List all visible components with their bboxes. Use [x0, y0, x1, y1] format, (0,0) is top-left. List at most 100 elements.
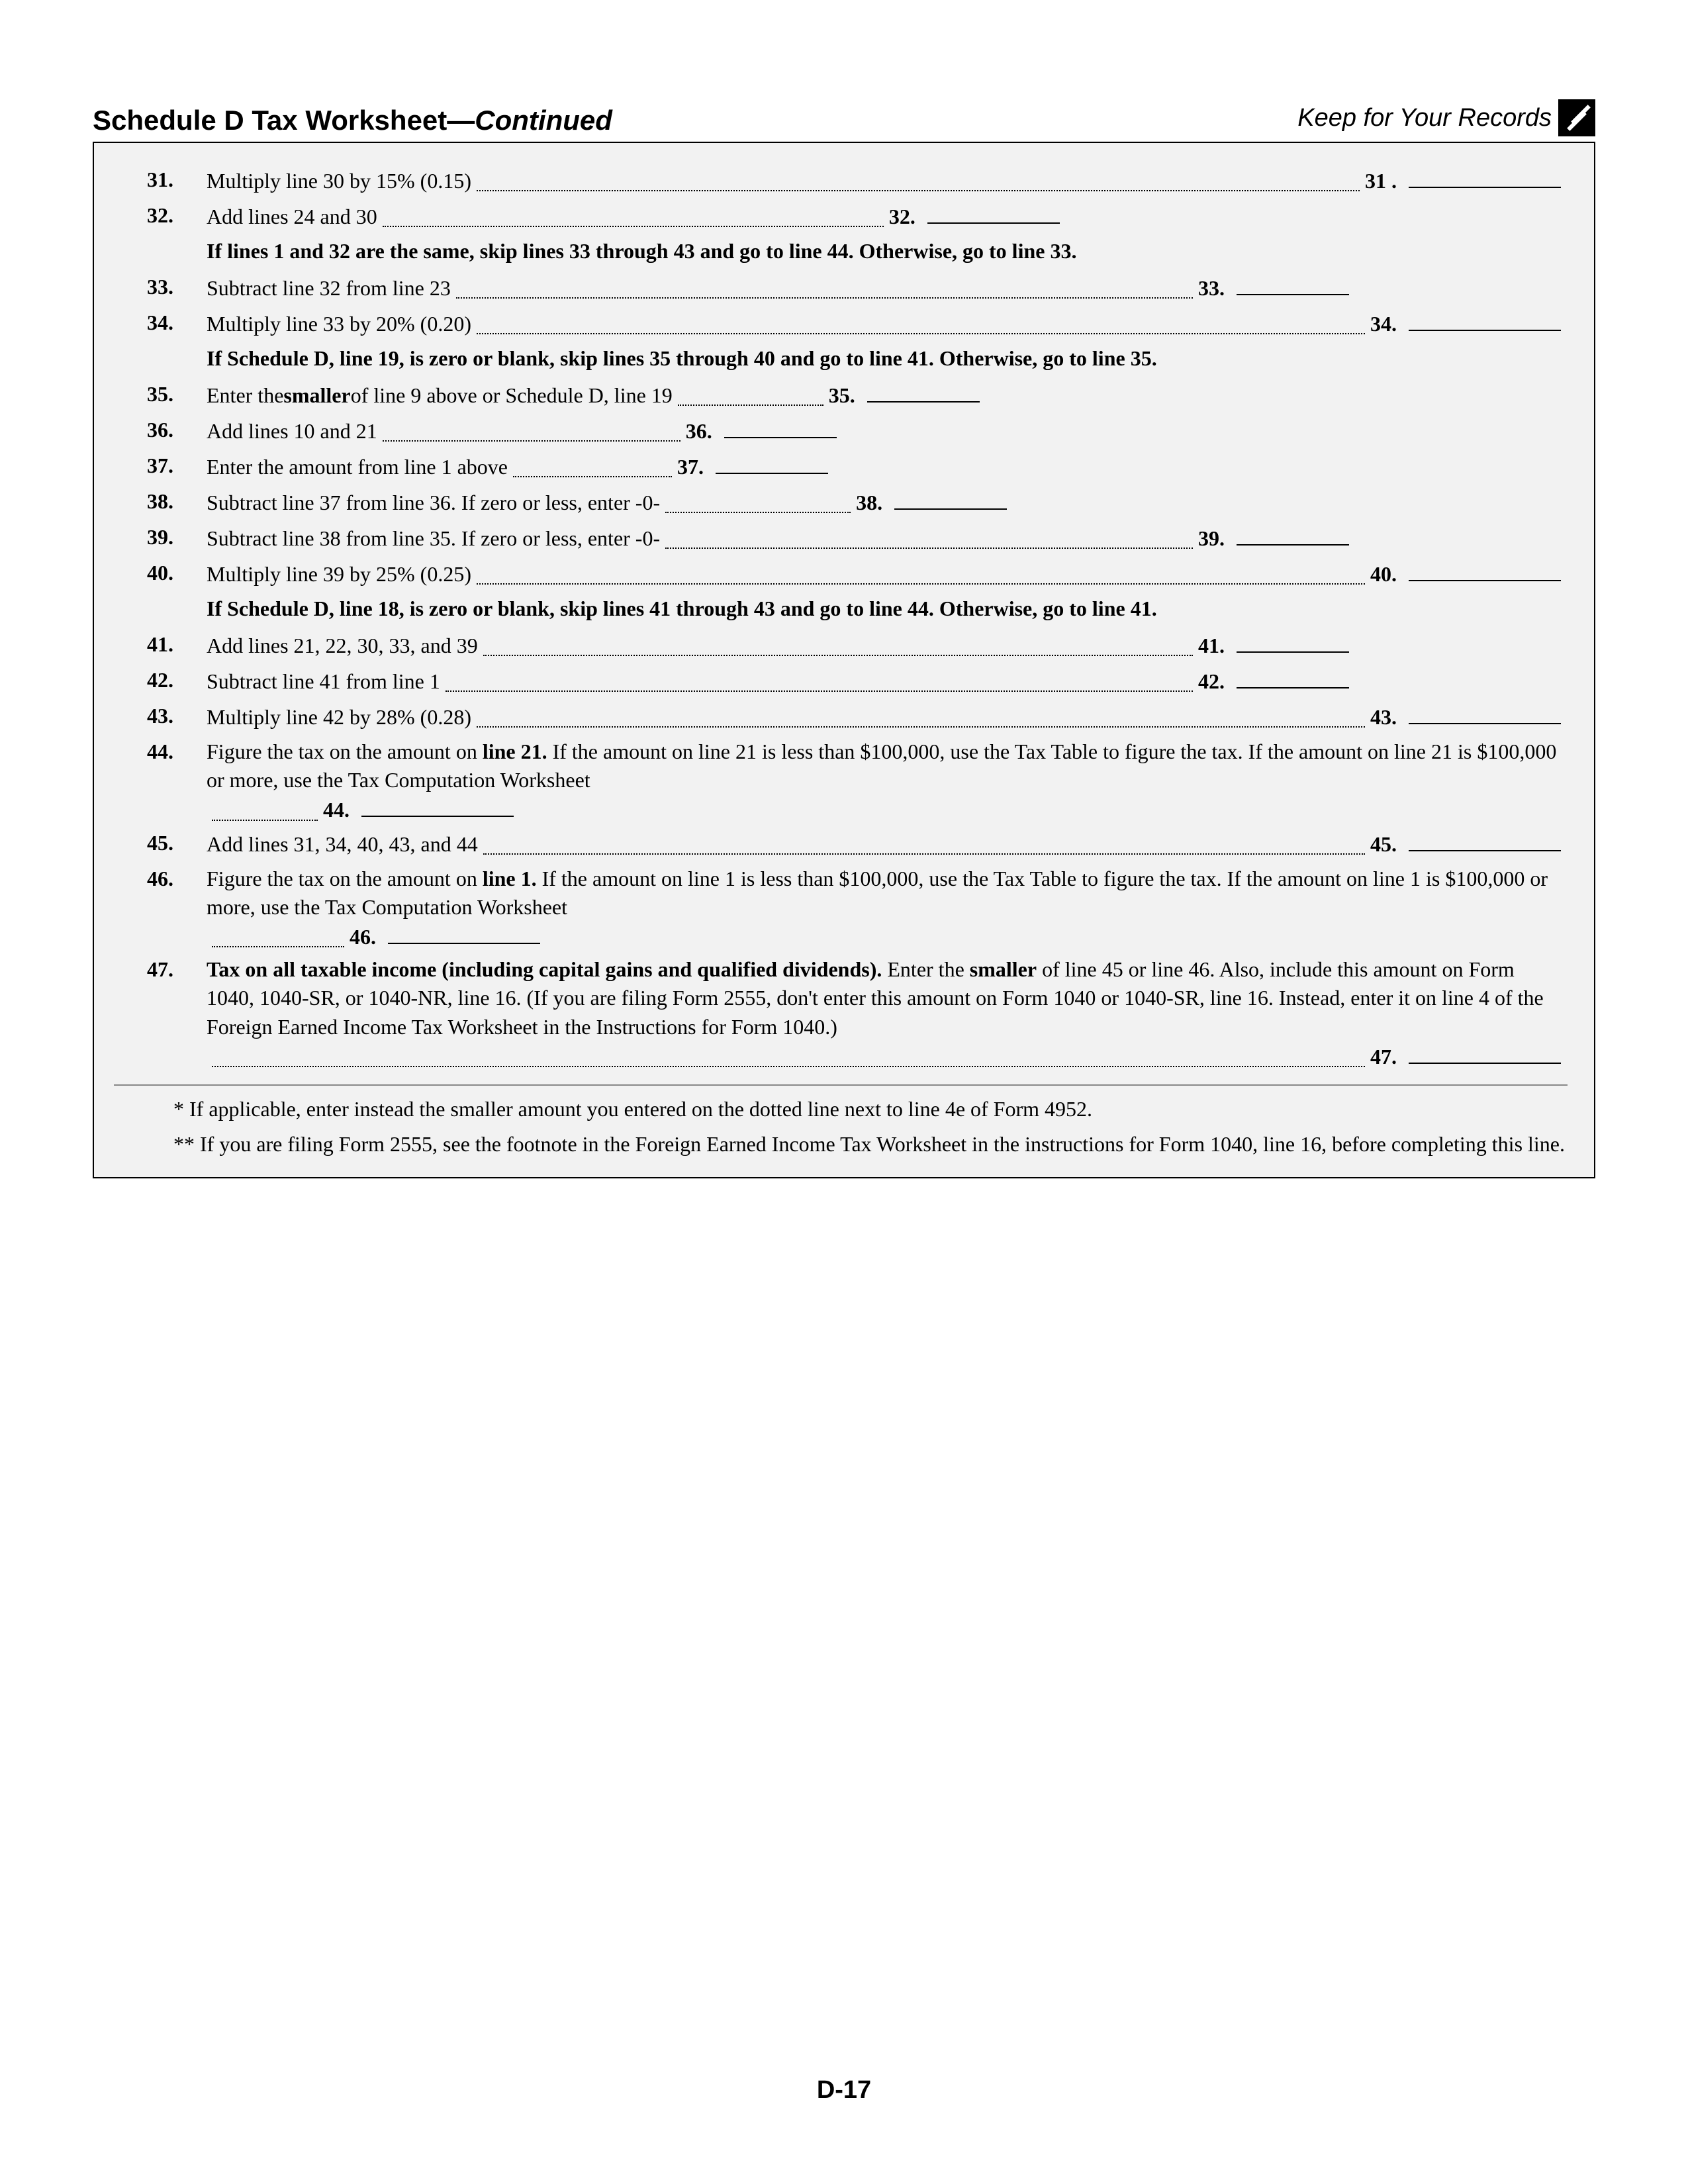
leader-dots	[445, 674, 1193, 692]
line-37: 37. Enter the amount from line 1 above 3…	[114, 451, 1568, 483]
pencil-icon	[1558, 99, 1595, 136]
line-end-number: 39.	[1198, 524, 1225, 553]
line-end-number: 34.	[1370, 310, 1397, 338]
line-46: 46. Figure the tax on the amount on line…	[114, 865, 1568, 952]
line-number: 40.	[114, 559, 207, 587]
input-blank[interactable]	[1237, 523, 1349, 546]
leader-dots	[483, 836, 1365, 855]
page: Schedule D Tax Worksheet—Continued Keep …	[0, 0, 1688, 2184]
line-end-number: 47.	[1370, 1043, 1397, 1071]
line-end-number: 43.	[1370, 703, 1397, 732]
line-text: Multiply line 42 by 28% (0.28)	[207, 703, 471, 732]
leader-dots	[212, 802, 318, 821]
line-end-number: 36.	[686, 417, 712, 446]
line-text-bold-b: smaller	[970, 957, 1037, 981]
line-31: 31. Multiply line 30 by 15% (0.15) 31 .	[114, 166, 1568, 197]
leader-dots	[665, 531, 1193, 549]
line-number: 36.	[114, 416, 207, 444]
line-39: 39. Subtract line 38 from line 35. If ze…	[114, 523, 1568, 555]
leader-dots	[477, 316, 1365, 335]
input-blank[interactable]	[388, 922, 540, 944]
input-blank[interactable]	[724, 416, 837, 438]
line-38: 38. Subtract line 37 from line 36. If ze…	[114, 487, 1568, 519]
leader-dots	[383, 209, 884, 228]
line-end-number: 33.	[1198, 274, 1225, 303]
divider	[114, 1084, 1568, 1086]
line-end-number: 35.	[829, 381, 855, 410]
line-text: Subtract line 37 from line 36. If zero o…	[207, 489, 660, 517]
line-35: 35. Enter the smaller of line 9 above or…	[114, 380, 1568, 412]
line-number: 46.	[114, 865, 207, 893]
line-text-a: Figure the tax on the amount on	[207, 867, 483, 890]
input-blank[interactable]	[1237, 630, 1349, 653]
leader-dots	[477, 710, 1365, 728]
line-number: 42.	[114, 666, 207, 694]
line-number: 37.	[114, 451, 207, 480]
line-text-a: Enter the	[207, 381, 283, 410]
keep-for-records-label: Keep for Your Records	[1297, 104, 1552, 132]
line-number: 43.	[114, 702, 207, 730]
input-blank[interactable]	[927, 201, 1060, 224]
line-number: 39.	[114, 523, 207, 551]
header: Schedule D Tax Worksheet—Continued Keep …	[93, 99, 1595, 136]
line-end-number: 42.	[1198, 667, 1225, 696]
leader-dots	[483, 638, 1193, 657]
line-44: 44. Figure the tax on the amount on line…	[114, 737, 1568, 825]
line-number: 45.	[114, 829, 207, 857]
line-end-number: 32.	[889, 203, 915, 231]
line-text: Multiply line 39 by 25% (0.25)	[207, 560, 471, 589]
leader-dots	[212, 929, 344, 948]
input-blank[interactable]	[1409, 829, 1561, 851]
instruction-32: If lines 1 and 32 are the same, skip lin…	[114, 237, 1568, 269]
instruction-text: If Schedule D, line 18, is zero or blank…	[207, 594, 1568, 623]
input-blank[interactable]	[1409, 702, 1561, 724]
instruction-text: If lines 1 and 32 are the same, skip lin…	[207, 237, 1568, 265]
input-blank[interactable]	[1409, 1041, 1561, 1064]
line-end-number: 44.	[323, 796, 350, 824]
line-text-a: Figure the tax on the amount on	[207, 739, 483, 763]
line-text: Subtract line 38 from line 35. If zero o…	[207, 524, 660, 553]
instruction-34: If Schedule D, line 19, is zero or blank…	[114, 344, 1568, 376]
leader-dots	[477, 173, 1360, 192]
line-text: Add lines 24 and 30	[207, 203, 377, 231]
leader-dots	[678, 388, 823, 406]
worksheet-body: 31. Multiply line 30 by 15% (0.15) 31 . …	[93, 142, 1595, 1178]
line-number: 32.	[114, 201, 207, 230]
input-blank[interactable]	[1237, 666, 1349, 688]
input-blank[interactable]	[716, 451, 828, 474]
line-text: Add lines 21, 22, 30, 33, and 39	[207, 632, 478, 660]
line-text: Multiply line 30 by 15% (0.15)	[207, 167, 471, 195]
line-end-number: 45.	[1370, 830, 1397, 859]
line-text-a: Enter the	[882, 957, 969, 981]
line-number: 33.	[114, 273, 207, 301]
page-number: D-17	[0, 2076, 1688, 2105]
input-blank[interactable]	[361, 794, 514, 817]
input-blank[interactable]	[1409, 559, 1561, 581]
title-continued: Continued	[475, 105, 612, 136]
leader-dots	[212, 1049, 1365, 1067]
line-number: 34.	[114, 309, 207, 337]
line-34: 34. Multiply line 33 by 20% (0.20) 34.	[114, 309, 1568, 340]
worksheet-title: Schedule D Tax Worksheet—Continued	[93, 105, 612, 136]
line-end-number: 46.	[350, 923, 376, 951]
leader-dots	[665, 495, 851, 514]
input-blank[interactable]	[867, 380, 980, 403]
input-blank[interactable]	[894, 487, 1007, 510]
line-40: 40. Multiply line 39 by 25% (0.25) 40.	[114, 559, 1568, 591]
input-blank[interactable]	[1409, 309, 1561, 331]
line-number: 41.	[114, 630, 207, 659]
input-blank[interactable]	[1237, 273, 1349, 295]
line-number: 31.	[114, 166, 207, 194]
line-end-number: 37.	[677, 453, 704, 481]
input-blank[interactable]	[1409, 166, 1561, 188]
line-end-number: 31 .	[1365, 167, 1397, 195]
line-42: 42. Subtract line 41 from line 1 42.	[114, 666, 1568, 698]
line-text-smaller: smaller	[283, 381, 350, 410]
line-41: 41. Add lines 21, 22, 30, 33, and 39 41.	[114, 630, 1568, 662]
line-43: 43. Multiply line 42 by 28% (0.28) 43.	[114, 702, 1568, 734]
line-36: 36. Add lines 10 and 21 36.	[114, 416, 1568, 448]
line-text-bold-a: Tax on all taxable income (including cap…	[207, 957, 882, 981]
line-text: Subtract line 32 from line 23	[207, 274, 451, 303]
leader-dots	[513, 459, 672, 478]
leader-dots	[383, 424, 680, 442]
